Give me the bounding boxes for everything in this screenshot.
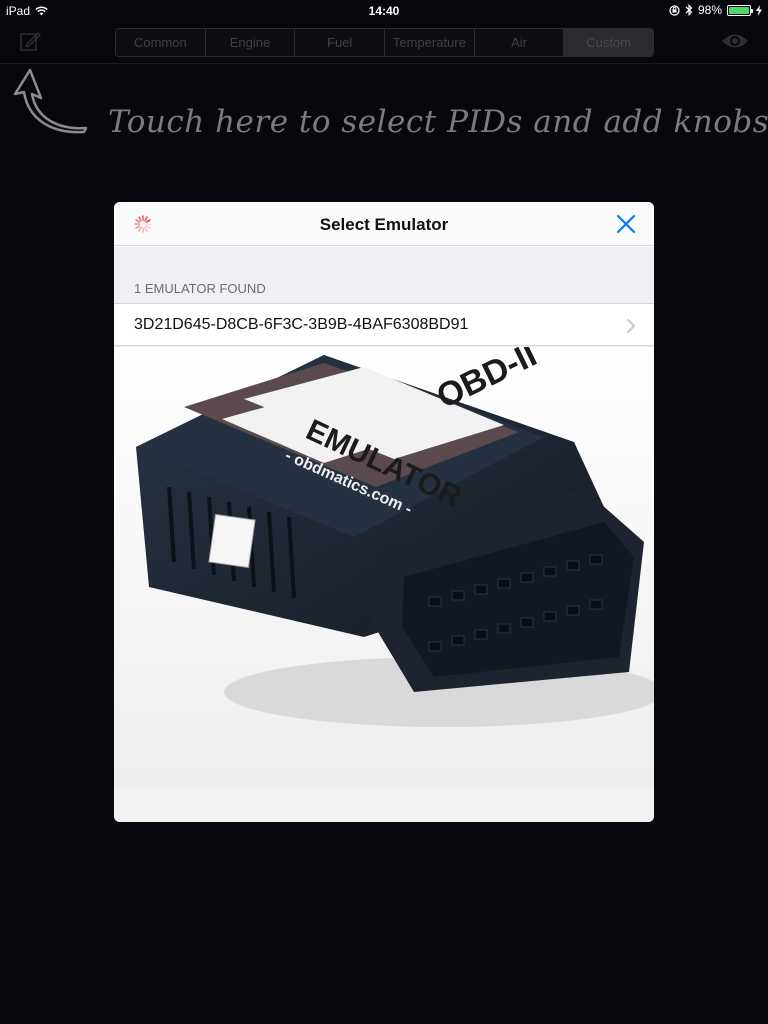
curved-arrow-icon bbox=[13, 68, 88, 134]
status-right: 98% bbox=[669, 3, 762, 17]
tab-air[interactable]: Air bbox=[474, 29, 565, 56]
status-bar: iPad 14:40 98% bbox=[0, 0, 768, 20]
eye-icon[interactable] bbox=[720, 30, 750, 52]
tab-engine[interactable]: Engine bbox=[205, 29, 296, 56]
compose-icon[interactable] bbox=[18, 28, 44, 54]
emulator-id: 3D21D645-D8CB-6F3C-3B9B-4BAF6308BD91 bbox=[134, 316, 469, 333]
select-emulator-modal: Select Emulator 1 EMULATOR FOUND 3D21D64… bbox=[114, 202, 654, 822]
modal-body: 1 EMULATOR FOUND 3D21D645-D8CB-6F3C-3B9B… bbox=[114, 247, 654, 822]
bluetooth-icon bbox=[685, 4, 693, 16]
obd-emulator-device-image: OBD-II EMULATOR - obdmatics.com - bbox=[114, 347, 654, 789]
close-icon[interactable] bbox=[614, 212, 638, 236]
tab-common[interactable]: Common bbox=[116, 29, 206, 56]
emulator-list-item[interactable]: 3D21D645-D8CB-6F3C-3B9B-4BAF6308BD91 bbox=[114, 303, 654, 346]
modal-header: Select Emulator bbox=[114, 202, 654, 246]
tab-temperature[interactable]: Temperature bbox=[385, 29, 475, 56]
battery-percent: 98% bbox=[697, 3, 722, 17]
category-segmented-control: Common Engine Fuel Temperature Air Custom bbox=[115, 28, 654, 57]
toolbar: Common Engine Fuel Temperature Air Custom bbox=[0, 20, 768, 64]
battery-icon bbox=[727, 4, 753, 16]
chevron-right-icon bbox=[627, 319, 636, 333]
modal-title: Select Emulator bbox=[319, 215, 449, 234]
status-time: 14:40 bbox=[368, 4, 400, 18]
section-header: 1 EMULATOR FOUND bbox=[134, 281, 266, 296]
image-footer bbox=[114, 789, 654, 822]
tab-fuel[interactable]: Fuel bbox=[295, 29, 386, 56]
tab-custom[interactable]: Custom bbox=[564, 29, 653, 56]
rotation-lock-icon bbox=[669, 4, 680, 16]
hint-text: Touch here to select PIDs and add knobs bbox=[108, 104, 768, 140]
charging-icon bbox=[756, 4, 762, 16]
